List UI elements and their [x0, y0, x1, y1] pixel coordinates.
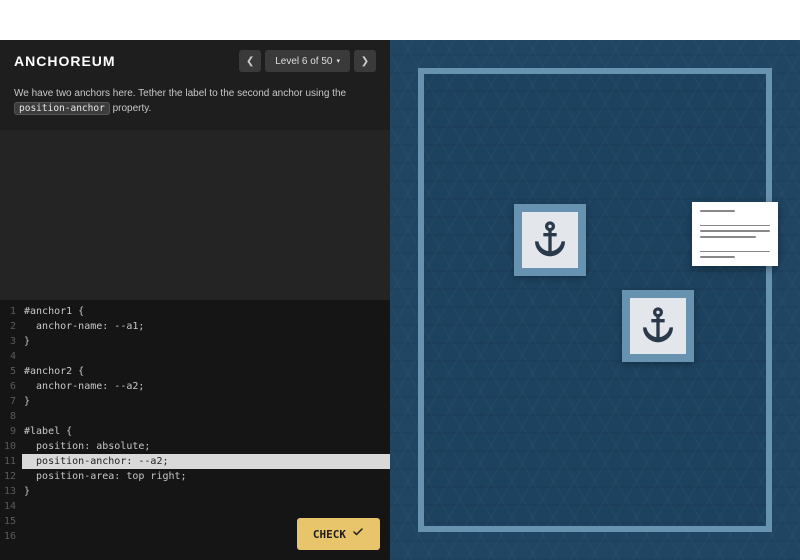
header: ANCHOREUM ❮ Level 6 of 50 ▾ ❯ [0, 40, 390, 78]
editor-line[interactable]: position-anchor: --a2; [22, 454, 390, 469]
instructions-spacer [0, 130, 390, 300]
editor-code[interactable]: #anchor1 { anchor-name: --a1;} #anchor2 {… [22, 300, 390, 548]
anchor-icon [530, 218, 570, 263]
right-panel [390, 40, 800, 560]
label-line [700, 230, 770, 232]
editor-line[interactable] [22, 409, 390, 424]
label-line [700, 236, 756, 238]
editor-line[interactable]: position-area: top right; [22, 469, 390, 484]
instructions: We have two anchors here. Tether the lab… [0, 78, 390, 130]
chevron-left-icon: ❮ [246, 56, 254, 67]
check-icon [352, 526, 364, 542]
instructions-text-after: property. [113, 103, 152, 114]
brand-title: ANCHOREUM [14, 53, 116, 69]
level-label-text: Level 6 of 50 [275, 56, 332, 67]
chevron-right-icon: ❯ [361, 56, 369, 67]
stage [418, 68, 772, 532]
label-card [692, 202, 778, 266]
label-line [700, 251, 770, 253]
instructions-code-chip: position-anchor [14, 102, 110, 115]
anchor-2 [622, 290, 694, 362]
anchor-1 [514, 204, 586, 276]
editor-line[interactable]: #label { [22, 424, 390, 439]
caret-down-icon: ▾ [336, 57, 340, 65]
left-panel: ANCHOREUM ❮ Level 6 of 50 ▾ ❯ We have tw… [0, 40, 390, 560]
editor-line[interactable]: } [22, 334, 390, 349]
app-root: ANCHOREUM ❮ Level 6 of 50 ▾ ❯ We have tw… [0, 0, 800, 560]
editor-line[interactable]: #anchor2 { [22, 364, 390, 379]
editor-line[interactable]: anchor-name: --a2; [22, 379, 390, 394]
editor-line[interactable] [22, 349, 390, 364]
editor-line[interactable] [22, 499, 390, 514]
level-nav: ❮ Level 6 of 50 ▾ ❯ [239, 50, 376, 72]
editor-gutter: 12345678910111213141516 [0, 300, 22, 548]
editor-line[interactable]: anchor-name: --a1; [22, 319, 390, 334]
anchor-icon [638, 304, 678, 349]
next-level-button[interactable]: ❯ [354, 50, 376, 72]
editor-line[interactable]: } [22, 394, 390, 409]
level-select[interactable]: Level 6 of 50 ▾ [265, 50, 350, 72]
label-line [700, 225, 770, 227]
editor-line[interactable]: } [22, 484, 390, 499]
editor-line[interactable]: #anchor1 { [22, 304, 390, 319]
editor-line[interactable]: position: absolute; [22, 439, 390, 454]
code-editor[interactable]: 12345678910111213141516 #anchor1 { ancho… [0, 300, 390, 560]
label-line [700, 256, 735, 258]
check-button-label: CHECK [313, 527, 346, 542]
instructions-text-before: We have two anchors here. Tether the lab… [14, 88, 346, 99]
prev-level-button[interactable]: ❮ [239, 50, 261, 72]
check-button[interactable]: CHECK [297, 518, 380, 550]
label-line [700, 210, 735, 212]
